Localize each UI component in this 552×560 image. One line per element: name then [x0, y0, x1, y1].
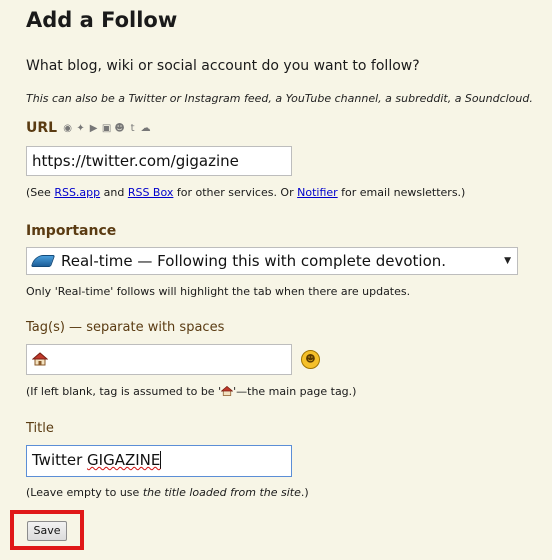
notifier-link[interactable]: Notifier — [297, 186, 338, 199]
rss-icon: ◉ — [63, 122, 72, 134]
house-icon — [220, 385, 234, 398]
url-note: (See RSS.app and RSS Box for other servi… — [26, 186, 465, 199]
service-icons: ◉ ✦ ▶ ▣ ☻ t ☁ — [62, 123, 151, 134]
importance-note: Only 'Real-time' follows will highlight … — [26, 285, 411, 298]
title-note-italic: the title loaded from the site — [142, 486, 301, 499]
title-note: (Leave empty to use the title loaded fro… — [26, 486, 309, 499]
tags-label: Tag(s) — separate with spaces — [26, 320, 225, 335]
twitter-icon: ✦ — [76, 122, 85, 134]
tags-note-suffix: '—the main page tag.) — [233, 385, 357, 398]
url-note-suffix: for email newsletters.) — [337, 186, 466, 199]
title-label: Title — [26, 421, 54, 436]
url-label: URL — [26, 120, 58, 136]
chevron-down-icon: ▼ — [504, 256, 511, 266]
house-icon — [31, 345, 49, 373]
rssapp-link[interactable]: RSS.app — [54, 186, 100, 199]
follow-question: What blog, wiki or social account do you… — [26, 58, 420, 74]
url-note-prefix: (See — [26, 186, 55, 199]
youtube-icon: ▶ — [89, 122, 98, 134]
rssbox-link[interactable]: RSS Box — [128, 186, 174, 199]
soundcloud-icon: ☁ — [140, 122, 151, 134]
url-label-row: URL ◉ ✦ ▶ ▣ ☻ t ☁ — [26, 120, 151, 136]
tags-note-prefix: (If left blank, tag is assumed to be ' — [26, 385, 222, 398]
instagram-icon: ▣ — [101, 122, 112, 134]
page-title: Add a Follow — [26, 8, 178, 32]
importance-label: Importance — [26, 223, 117, 239]
follow-hint: This can also be a Twitter or Instagram … — [26, 92, 533, 105]
title-input[interactable]: Twitter GIGAZINE — [26, 445, 292, 477]
importance-select[interactable]: Real-time — Following this with complete… — [26, 247, 518, 275]
tags-note: (If left blank, tag is assumed to be ' '—… — [26, 385, 356, 398]
url-input[interactable]: https://twitter.com/gigazine — [26, 146, 292, 176]
title-note-suffix: .) — [300, 486, 309, 499]
reddit-icon: ☻ — [114, 122, 125, 134]
url-note-and: and — [100, 186, 128, 199]
save-button[interactable]: Save — [27, 521, 67, 541]
title-value-second: GIGAZINE — [87, 451, 162, 469]
tags-input[interactable] — [26, 344, 292, 375]
tumblr-icon: t — [130, 122, 135, 134]
title-value-first: Twitter — [32, 451, 88, 469]
importance-selected: Real-time — Following this with complete… — [61, 252, 447, 270]
emoji-picker-icon[interactable]: ☻ — [301, 350, 320, 369]
title-note-prefix: (Leave empty to use — [26, 486, 143, 499]
realtime-icon — [30, 255, 56, 267]
url-note-mid: for other services. Or — [173, 186, 298, 199]
